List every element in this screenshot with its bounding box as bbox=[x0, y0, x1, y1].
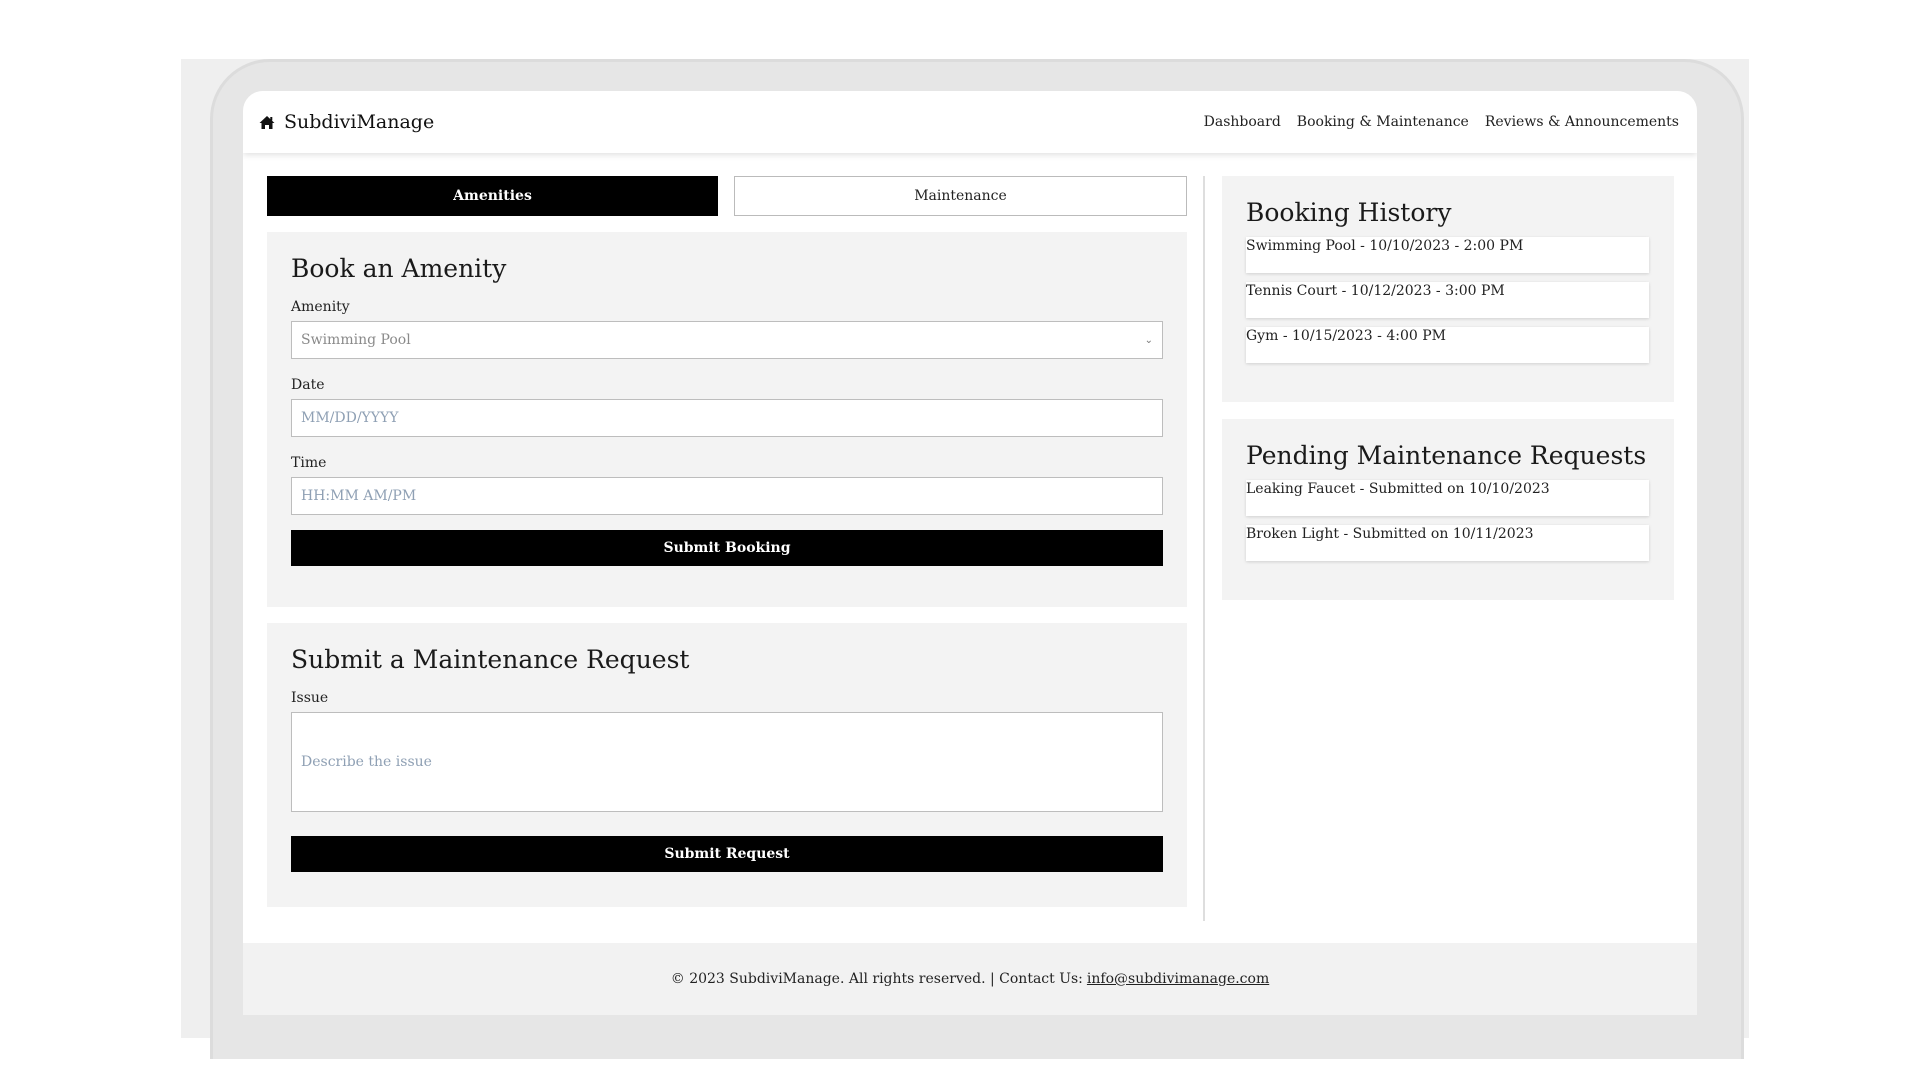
amenity-select-value: Swimming Pool bbox=[301, 332, 411, 348]
booking-history-title: Booking History bbox=[1246, 198, 1452, 227]
time-input[interactable] bbox=[301, 488, 1153, 504]
booking-history-item: Swimming Pool - 10/10/2023 - 2:00 PM bbox=[1246, 237, 1649, 273]
nav-dashboard[interactable]: Dashboard bbox=[1204, 114, 1281, 130]
amenity-select[interactable]: Swimming Pool ⌄ bbox=[291, 321, 1163, 359]
brand[interactable]: SubdiviManage bbox=[259, 111, 434, 133]
submit-request-button[interactable]: Submit Request bbox=[291, 836, 1163, 872]
tab-bar: Amenities Maintenance bbox=[267, 176, 1187, 216]
date-field-wrap bbox=[291, 399, 1163, 437]
brand-name: SubdiviManage bbox=[284, 111, 435, 133]
home-icon bbox=[259, 115, 275, 130]
booking-form-title: Book an Amenity bbox=[291, 254, 507, 283]
booking-history-item: Gym - 10/15/2023 - 4:00 PM bbox=[1246, 327, 1649, 363]
maintenance-form-card: Submit a Maintenance Request Issue Submi… bbox=[267, 623, 1187, 907]
issue-label: Issue bbox=[291, 690, 329, 706]
chevron-down-icon: ⌄ bbox=[1144, 334, 1153, 346]
date-input[interactable] bbox=[301, 410, 1153, 426]
submit-booking-button[interactable]: Submit Booking bbox=[291, 530, 1163, 566]
nav-booking-maintenance[interactable]: Booking & Maintenance bbox=[1297, 114, 1469, 130]
maintenance-form-title: Submit a Maintenance Request bbox=[291, 645, 690, 674]
tab-amenities[interactable]: Amenities bbox=[267, 176, 718, 216]
app-screen: SubdiviManage Dashboard Booking & Mainte… bbox=[243, 91, 1697, 1015]
top-navbar: SubdiviManage Dashboard Booking & Mainte… bbox=[243, 91, 1697, 153]
issue-field-wrap bbox=[291, 712, 1163, 812]
pending-requests-card: Pending Maintenance Requests Leaking Fau… bbox=[1222, 419, 1674, 600]
amenity-label: Amenity bbox=[291, 299, 350, 315]
time-label: Time bbox=[291, 455, 327, 471]
issue-textarea[interactable] bbox=[301, 754, 1153, 770]
nav-reviews-announcements[interactable]: Reviews & Announcements bbox=[1485, 114, 1679, 130]
tab-maintenance[interactable]: Maintenance bbox=[734, 176, 1187, 216]
footer: © 2023 SubdiviManage. All rights reserve… bbox=[243, 943, 1697, 1015]
column-divider bbox=[1203, 176, 1205, 921]
pending-requests-title: Pending Maintenance Requests bbox=[1246, 441, 1647, 470]
booking-history-card: Booking History Swimming Pool - 10/10/20… bbox=[1222, 176, 1674, 402]
footer-copyright: © 2023 SubdiviManage. All rights reserve… bbox=[670, 971, 1083, 987]
main-nav: Dashboard Booking & Maintenance Reviews … bbox=[1204, 114, 1679, 130]
pending-request-item: Broken Light - Submitted on 10/11/2023 bbox=[1246, 525, 1649, 561]
pending-request-item: Leaking Faucet - Submitted on 10/10/2023 bbox=[1246, 480, 1649, 516]
booking-history-item: Tennis Court - 10/12/2023 - 3:00 PM bbox=[1246, 282, 1649, 318]
booking-form-card: Book an Amenity Amenity Swimming Pool ⌄ … bbox=[267, 232, 1187, 607]
footer-email-link[interactable]: info@subdivimanage.com bbox=[1087, 971, 1269, 987]
time-field-wrap bbox=[291, 477, 1163, 515]
date-label: Date bbox=[291, 377, 325, 393]
